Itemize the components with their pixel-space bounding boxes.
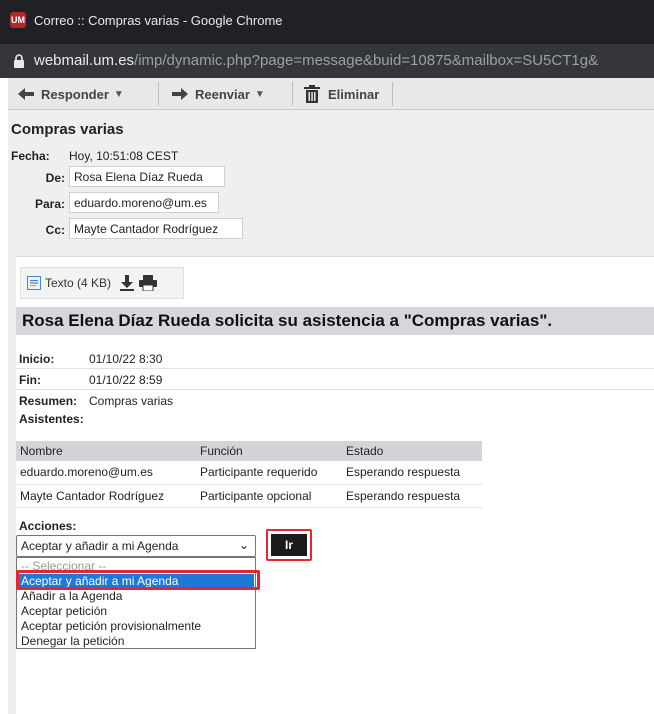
toolbar-divider: [292, 82, 293, 106]
site-favicon: UM: [10, 12, 26, 28]
delete-button[interactable]: Eliminar: [304, 78, 379, 110]
invitation-banner: Rosa Elena Díaz Rueda solicita su asiste…: [16, 307, 654, 335]
attendee-name: Mayte Cantador Rodríguez: [16, 484, 196, 508]
table-row: eduardo.moreno@um.es Participante requer…: [16, 461, 482, 485]
from-label: De:: [45, 171, 65, 185]
toolbar-divider: [158, 82, 159, 106]
forward-label: Reenviar: [195, 86, 250, 102]
cc-label: Cc:: [45, 223, 65, 237]
chevron-down-icon: ⌄: [238, 538, 249, 552]
message-pane: Compras varias Fecha: Hoy, 10:51:08 CEST…: [8, 110, 654, 714]
start-value: 01/10/22 8:30: [89, 352, 163, 366]
end-label: Fin:: [19, 373, 41, 387]
start-label: Inicio:: [19, 352, 55, 366]
reply-button[interactable]: Responder ▼: [18, 78, 124, 110]
url-path: /imp/dynamic.php?page=message&buid=10875…: [134, 52, 599, 69]
to-label: Para:: [34, 197, 65, 211]
to-value[interactable]: eduardo.moreno@um.es: [69, 192, 219, 213]
arrow-left-icon: [18, 88, 34, 100]
attendee-role: Participante opcional: [196, 484, 342, 508]
trash-icon: [304, 85, 320, 103]
url-text[interactable]: webmail.um.es/imp/dynamic.php?page=messa…: [34, 52, 598, 69]
delete-label: Eliminar: [328, 86, 380, 102]
summary-label: Resumen:: [19, 394, 78, 408]
lock-icon: [14, 54, 24, 68]
summary-row: Resumen: Compras varias: [16, 391, 654, 411]
message-toolbar: Responder ▼ Reenviar ▼ Eliminar: [8, 78, 654, 110]
printer-icon[interactable]: [139, 275, 158, 291]
chevron-down-icon: ▼: [254, 88, 265, 100]
date-value: Hoy, 10:51:08 CEST: [69, 149, 179, 163]
start-row: Inicio: 01/10/22 8:30: [16, 349, 654, 369]
window-title: Correo :: Compras varias - Google Chrome: [34, 13, 283, 28]
address-bar[interactable]: webmail.um.es/imp/dynamic.php?page=messa…: [0, 44, 654, 78]
column-header: Estado: [342, 441, 482, 461]
attendee-role: Participante requerido: [196, 461, 342, 485]
message-body: Texto (4 KB) Rosa Elena Díaz Rueda solic…: [16, 256, 654, 714]
message-subject: Compras varias: [11, 121, 124, 138]
column-header: Función: [196, 441, 342, 461]
dropdown-option[interactable]: Aceptar petición provisionalmente: [18, 619, 254, 634]
download-icon[interactable]: [119, 275, 135, 291]
end-value: 01/10/22 8:59: [89, 373, 163, 387]
reply-label: Responder: [41, 86, 109, 102]
attendee-name: eduardo.moreno@um.es: [16, 461, 196, 485]
from-value[interactable]: Rosa Elena Díaz Rueda: [69, 166, 225, 187]
actions-label: Acciones:: [19, 519, 77, 533]
option-highlight-frame: [16, 570, 260, 590]
toolbar-divider: [392, 82, 393, 106]
text-file-icon: [27, 276, 41, 290]
table-header-row: Nombre Función Estado: [16, 441, 482, 461]
table-row: Mayte Cantador Rodríguez Participante op…: [16, 484, 482, 508]
dropdown-option[interactable]: Aceptar petición: [18, 604, 254, 619]
actions-select-value: Aceptar y añadir a mi Agenda: [21, 539, 179, 553]
attendee-status: Esperando respuesta: [342, 484, 482, 508]
summary-value: Compras varias: [89, 394, 174, 408]
attendees-label: Asistentes:: [19, 412, 84, 426]
browser-titlebar: UM Correo :: Compras varias - Google Chr…: [0, 0, 654, 44]
invitation-banner-text: Rosa Elena Díaz Rueda solicita su asiste…: [22, 311, 553, 330]
forward-button[interactable]: Reenviar ▼: [172, 78, 265, 110]
cc-value[interactable]: Mayte Cantador Rodríguez: [69, 218, 243, 239]
attendee-status: Esperando respuesta: [342, 461, 482, 485]
dropdown-option[interactable]: Añadir a la Agenda: [18, 589, 254, 604]
attachment-label: Texto (4 KB): [45, 276, 112, 290]
chevron-down-icon: ▼: [113, 88, 124, 100]
go-button-highlight: Ir: [266, 529, 312, 561]
arrow-right-icon: [172, 88, 188, 100]
go-button[interactable]: Ir: [271, 534, 307, 556]
url-host: webmail.um.es: [34, 52, 135, 69]
attendees-table: Nombre Función Estado eduardo.moreno@um.…: [16, 441, 482, 508]
dropdown-option[interactable]: Denegar la petición: [18, 634, 254, 649]
attachment-item[interactable]: Texto (4 KB): [20, 267, 184, 299]
end-row: Fin: 01/10/22 8:59: [16, 370, 654, 390]
actions-select[interactable]: Aceptar y añadir a mi Agenda ⌄: [16, 535, 256, 557]
column-header: Nombre: [16, 441, 196, 461]
attendees-row: Asistentes:: [16, 409, 654, 429]
date-label: Fecha:: [11, 149, 50, 163]
